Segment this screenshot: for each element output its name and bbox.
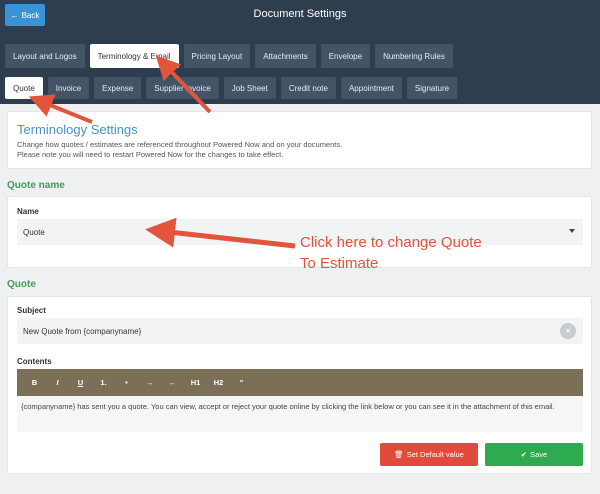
page-title: Document Settings bbox=[253, 8, 347, 20]
subtab-label: Supplier invoice bbox=[154, 83, 211, 93]
checkmark-icon: ✔ bbox=[520, 450, 528, 459]
tab-pricing-layout[interactable]: Pricing Layout bbox=[183, 44, 251, 68]
subtab-expense[interactable]: Expense bbox=[94, 77, 142, 99]
subject-field-label: Subject bbox=[17, 306, 46, 315]
subtab-label: Job Sheet bbox=[231, 83, 268, 93]
set-default-value-button[interactable]: 🗑 Set Default value bbox=[380, 443, 478, 466]
annotation-text: Click here to change Quote To Estimate bbox=[300, 232, 520, 274]
subtab-label: Quote bbox=[13, 83, 35, 93]
editor-toolbar: B I U 1. • → ← H1 H2 " bbox=[17, 369, 583, 396]
italic-button[interactable]: I bbox=[46, 378, 69, 387]
save-button[interactable]: ✔ Save bbox=[485, 443, 583, 466]
bullet-list-button[interactable]: • bbox=[115, 378, 138, 387]
tab-label: Pricing Layout bbox=[191, 51, 243, 61]
subtab-appointment[interactable]: Appointment bbox=[340, 77, 402, 99]
terminology-title: Terminology Settings bbox=[17, 122, 138, 137]
heading-1-button[interactable]: H1 bbox=[184, 378, 207, 387]
save-label: Save bbox=[530, 450, 548, 459]
main-tabs: Layout and Logos Terminology & Email Pri… bbox=[5, 44, 453, 68]
trash-icon: 🗑 bbox=[394, 450, 404, 459]
sub-tabs: Quote Invoice Expense Supplier invoice J… bbox=[5, 77, 458, 99]
outdent-button[interactable]: ← bbox=[161, 378, 184, 387]
caret-down-icon bbox=[569, 229, 575, 233]
subtab-invoice[interactable]: Invoice bbox=[47, 77, 90, 99]
contents-field-label: Contents bbox=[17, 357, 52, 366]
set-default-label: Set Default value bbox=[406, 450, 464, 459]
bold-button[interactable]: B bbox=[23, 378, 46, 387]
quote-name-section-title: Quote name bbox=[7, 180, 65, 191]
subtab-label: Credit note bbox=[288, 83, 328, 93]
heading-2-button[interactable]: H2 bbox=[207, 378, 230, 387]
tab-layout-and-logos[interactable]: Layout and Logos bbox=[5, 44, 85, 68]
subject-value: New Quote from {companyname} bbox=[23, 326, 142, 336]
tab-label: Envelope bbox=[328, 51, 363, 61]
underline-button[interactable]: U bbox=[69, 378, 92, 387]
tab-numbering-rules[interactable]: Numbering Rules bbox=[375, 44, 453, 68]
subtab-quote[interactable]: Quote bbox=[5, 77, 43, 99]
terminology-line-1: Change how quotes / estimates are refere… bbox=[17, 140, 343, 149]
subtab-credit-note[interactable]: Credit note bbox=[280, 77, 336, 99]
terminology-description: Change how quotes / estimates are refere… bbox=[17, 140, 342, 160]
top-bar: ← Back Document Settings Layout and Logo… bbox=[0, 0, 600, 74]
tab-label: Numbering Rules bbox=[383, 51, 445, 61]
subtab-label: Invoice bbox=[55, 83, 82, 93]
subtab-supplier-invoice[interactable]: Supplier invoice bbox=[146, 77, 219, 99]
clear-icon[interactable]: × bbox=[560, 323, 576, 339]
subtab-label: Expense bbox=[102, 83, 134, 93]
annotation-line-1: Click here to change Quote bbox=[300, 234, 482, 251]
quote-card: Subject New Quote from {companyname} × C… bbox=[7, 296, 592, 474]
quote-name-selected-value: Quote bbox=[23, 227, 45, 237]
tab-envelope[interactable]: Envelope bbox=[320, 44, 371, 68]
subtab-job-sheet[interactable]: Job Sheet bbox=[223, 77, 276, 99]
tab-label: Terminology & Email bbox=[97, 51, 171, 61]
quote-section-title: Quote bbox=[7, 279, 36, 290]
tab-label: Attachments bbox=[263, 51, 308, 61]
name-field-label: Name bbox=[17, 207, 39, 216]
contents-editor[interactable]: {companyname} has sent you a quote. You … bbox=[17, 396, 583, 432]
subtab-signature[interactable]: Signature bbox=[406, 77, 458, 99]
indent-button[interactable]: → bbox=[138, 378, 161, 387]
ordered-list-button[interactable]: 1. bbox=[92, 378, 115, 387]
blockquote-button[interactable]: " bbox=[230, 378, 253, 387]
tab-attachments[interactable]: Attachments bbox=[255, 44, 316, 68]
annotation-line-2: To Estimate bbox=[300, 255, 379, 272]
terminology-line-2: Please note you will need to restart Pow… bbox=[17, 150, 284, 159]
tab-label: Layout and Logos bbox=[13, 51, 77, 61]
subject-input[interactable]: New Quote from {companyname} × bbox=[17, 318, 583, 344]
subtab-label: Appointment bbox=[348, 83, 394, 93]
subtab-label: Signature bbox=[414, 83, 450, 93]
terminology-card: Terminology Settings Change how quotes /… bbox=[7, 111, 592, 169]
tab-terminology-email[interactable]: Terminology & Email bbox=[89, 44, 179, 68]
